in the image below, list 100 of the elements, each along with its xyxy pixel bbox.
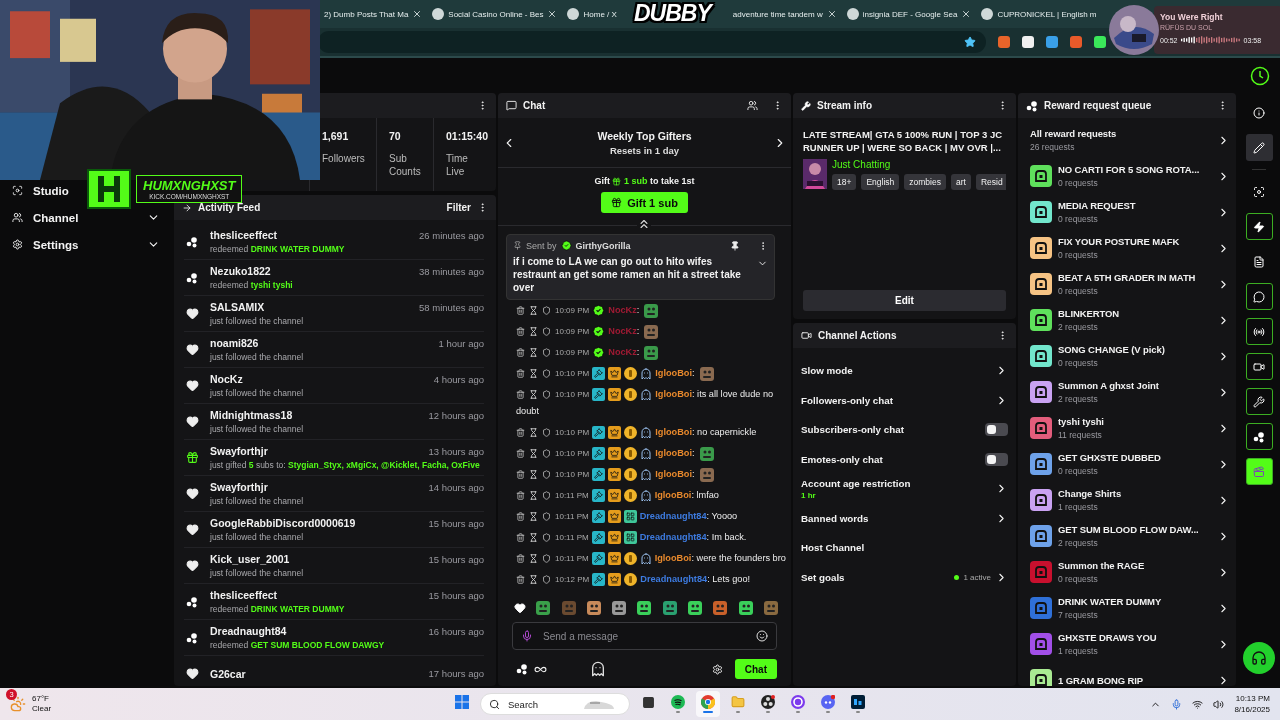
channel-action[interactable]: Emotes-only chat <box>801 444 1008 474</box>
hourglass-icon[interactable] <box>529 428 538 438</box>
hourglass-icon[interactable] <box>529 369 538 379</box>
browser-tab[interactable]: 2) Dumb Posts That Ma <box>324 2 429 26</box>
hourglass-icon[interactable] <box>529 491 538 501</box>
trash-icon[interactable] <box>516 554 525 564</box>
settings-icon[interactable] <box>711 663 723 675</box>
hourglass-icon[interactable] <box>529 449 538 459</box>
rail-button[interactable] <box>1245 134 1273 161</box>
search-field[interactable]: Search <box>480 693 630 715</box>
trash-icon[interactable] <box>516 512 525 522</box>
reward-row[interactable]: BLINKERTON 2 requests <box>1030 302 1230 338</box>
browser-tab[interactable]: adventure time tandem w <box>732 2 843 26</box>
shield-icon[interactable] <box>542 390 551 400</box>
trash-icon[interactable] <box>516 369 525 379</box>
shield-icon[interactable] <box>542 449 551 459</box>
hourglass-icon[interactable] <box>529 390 538 400</box>
reward-row[interactable]: GET SUM BLOOD FLOW DAW... 2 requests <box>1030 518 1230 554</box>
reward-row[interactable]: GHXSTE DRAWS YOU 1 requests <box>1030 626 1230 662</box>
hourglass-icon[interactable] <box>529 470 538 480</box>
hourglass-icon[interactable] <box>529 327 538 337</box>
extension-icon[interactable] <box>998 36 1010 48</box>
toggle-switch[interactable] <box>985 452 1008 466</box>
close-icon[interactable] <box>412 9 423 19</box>
channel-action[interactable]: Host Channel <box>801 533 1008 563</box>
browser-tab[interactable]: Social Casino Online - Bes <box>432 2 564 26</box>
shield-icon[interactable] <box>542 533 551 543</box>
rail-button[interactable] <box>1245 318 1273 345</box>
close-icon[interactable] <box>826 9 837 19</box>
emoji-icon[interactable] <box>756 630 768 642</box>
extension-icon[interactable] <box>1046 36 1058 48</box>
reward-row[interactable]: GET GHXSTE DUBBED 0 requests <box>1030 446 1230 482</box>
hourglass-icon[interactable] <box>529 554 538 564</box>
dots-icon[interactable] <box>516 663 528 675</box>
wifi-icon[interactable] <box>1192 698 1204 710</box>
message-field[interactable]: Send a message <box>512 622 777 650</box>
volume-icon[interactable] <box>1213 698 1225 710</box>
channel-action[interactable]: Slow mode <box>801 356 1008 386</box>
toggle-switch[interactable] <box>985 423 1008 437</box>
timer-icon[interactable] <box>1250 65 1270 86</box>
extension-icon[interactable] <box>1094 36 1106 48</box>
unpin-icon[interactable] <box>730 240 740 251</box>
rail-button[interactable] <box>1245 283 1273 310</box>
users-icon[interactable] <box>747 100 758 111</box>
trash-icon[interactable] <box>516 575 525 585</box>
address-field[interactable] <box>318 31 986 53</box>
hourglass-icon[interactable] <box>529 512 538 522</box>
sidebar-item[interactable]: Settings <box>8 234 164 255</box>
close-icon[interactable] <box>961 9 972 19</box>
clock[interactable]: 10:13 PM 8/16/2025 <box>1234 693 1270 715</box>
trash-icon[interactable] <box>516 306 525 316</box>
bookmark-star-icon[interactable] <box>964 36 976 48</box>
rail-button[interactable] <box>1245 423 1273 450</box>
rail-button[interactable] <box>1245 353 1273 380</box>
filter-link[interactable]: Filter <box>446 202 471 213</box>
reward-row[interactable]: Summon A ghxst Joint 2 requests <box>1030 374 1230 410</box>
trash-icon[interactable] <box>516 470 525 480</box>
extension-icon[interactable] <box>1022 36 1034 48</box>
hourglass-icon[interactable] <box>529 348 538 358</box>
hourglass-icon[interactable] <box>529 306 538 316</box>
mic-icon[interactable] <box>521 630 533 642</box>
shield-icon[interactable] <box>542 327 551 337</box>
rail-button[interactable] <box>1245 458 1273 485</box>
hourglass-icon[interactable] <box>529 533 538 543</box>
reward-row[interactable]: FIX YOUR POSTURE MAFK 0 requests <box>1030 230 1230 266</box>
shield-icon[interactable] <box>542 470 551 480</box>
rail-button[interactable] <box>1245 388 1273 415</box>
trash-icon[interactable] <box>516 348 525 358</box>
support-button[interactable] <box>1243 642 1275 674</box>
weather-icon[interactable] <box>10 696 26 712</box>
channel-action[interactable]: Followers-only chat <box>801 385 1008 415</box>
reward-row[interactable]: BEAT A 5TH GRADER IN MATH 0 requests <box>1030 266 1230 302</box>
shield-icon[interactable] <box>542 348 551 358</box>
channel-action[interactable]: Set goals 1 active <box>801 562 1008 592</box>
trash-icon[interactable] <box>516 491 525 501</box>
shield-icon[interactable] <box>542 306 551 316</box>
browser-tab[interactable]: Home / X <box>567 2 617 26</box>
trash-icon[interactable] <box>516 449 525 459</box>
trash-icon[interactable] <box>516 533 525 543</box>
reward-row[interactable]: NO CARTI FOR 5 SONG ROTA... 0 requests <box>1030 158 1230 194</box>
channel-action[interactable]: Subscribers-only chat <box>801 415 1008 445</box>
reward-row[interactable]: MEDIA REQUEST 0 requests <box>1030 194 1230 230</box>
message-input[interactable]: Send a message <box>541 629 748 643</box>
trash-icon[interactable] <box>516 428 525 438</box>
mic-icon[interactable] <box>1171 698 1183 710</box>
category-link[interactable]: Just Chatting <box>832 159 1006 170</box>
shield-icon[interactable] <box>542 575 551 585</box>
heart-icon[interactable] <box>514 602 526 614</box>
trash-icon[interactable] <box>516 327 525 337</box>
chat-send-button[interactable]: Chat <box>734 659 777 679</box>
edit-button[interactable]: Edit <box>803 290 1006 311</box>
reward-row[interactable]: Summon the RAGE 0 requests <box>1030 554 1230 590</box>
close-icon[interactable] <box>547 9 558 19</box>
sidebar-item[interactable]: Channel <box>8 207 164 228</box>
browser-tab[interactable]: insignia DEF - Google Sea <box>846 2 978 26</box>
reward-row[interactable]: Change Shirts 1 requests <box>1030 482 1230 518</box>
hourglass-icon[interactable] <box>529 575 538 585</box>
reward-row[interactable]: SONG CHANGE (V pick) 0 requests <box>1030 338 1230 374</box>
reward-row[interactable]: DRINK WATER DUMMY 7 requests <box>1030 590 1230 626</box>
rail-button[interactable] <box>1245 213 1273 240</box>
